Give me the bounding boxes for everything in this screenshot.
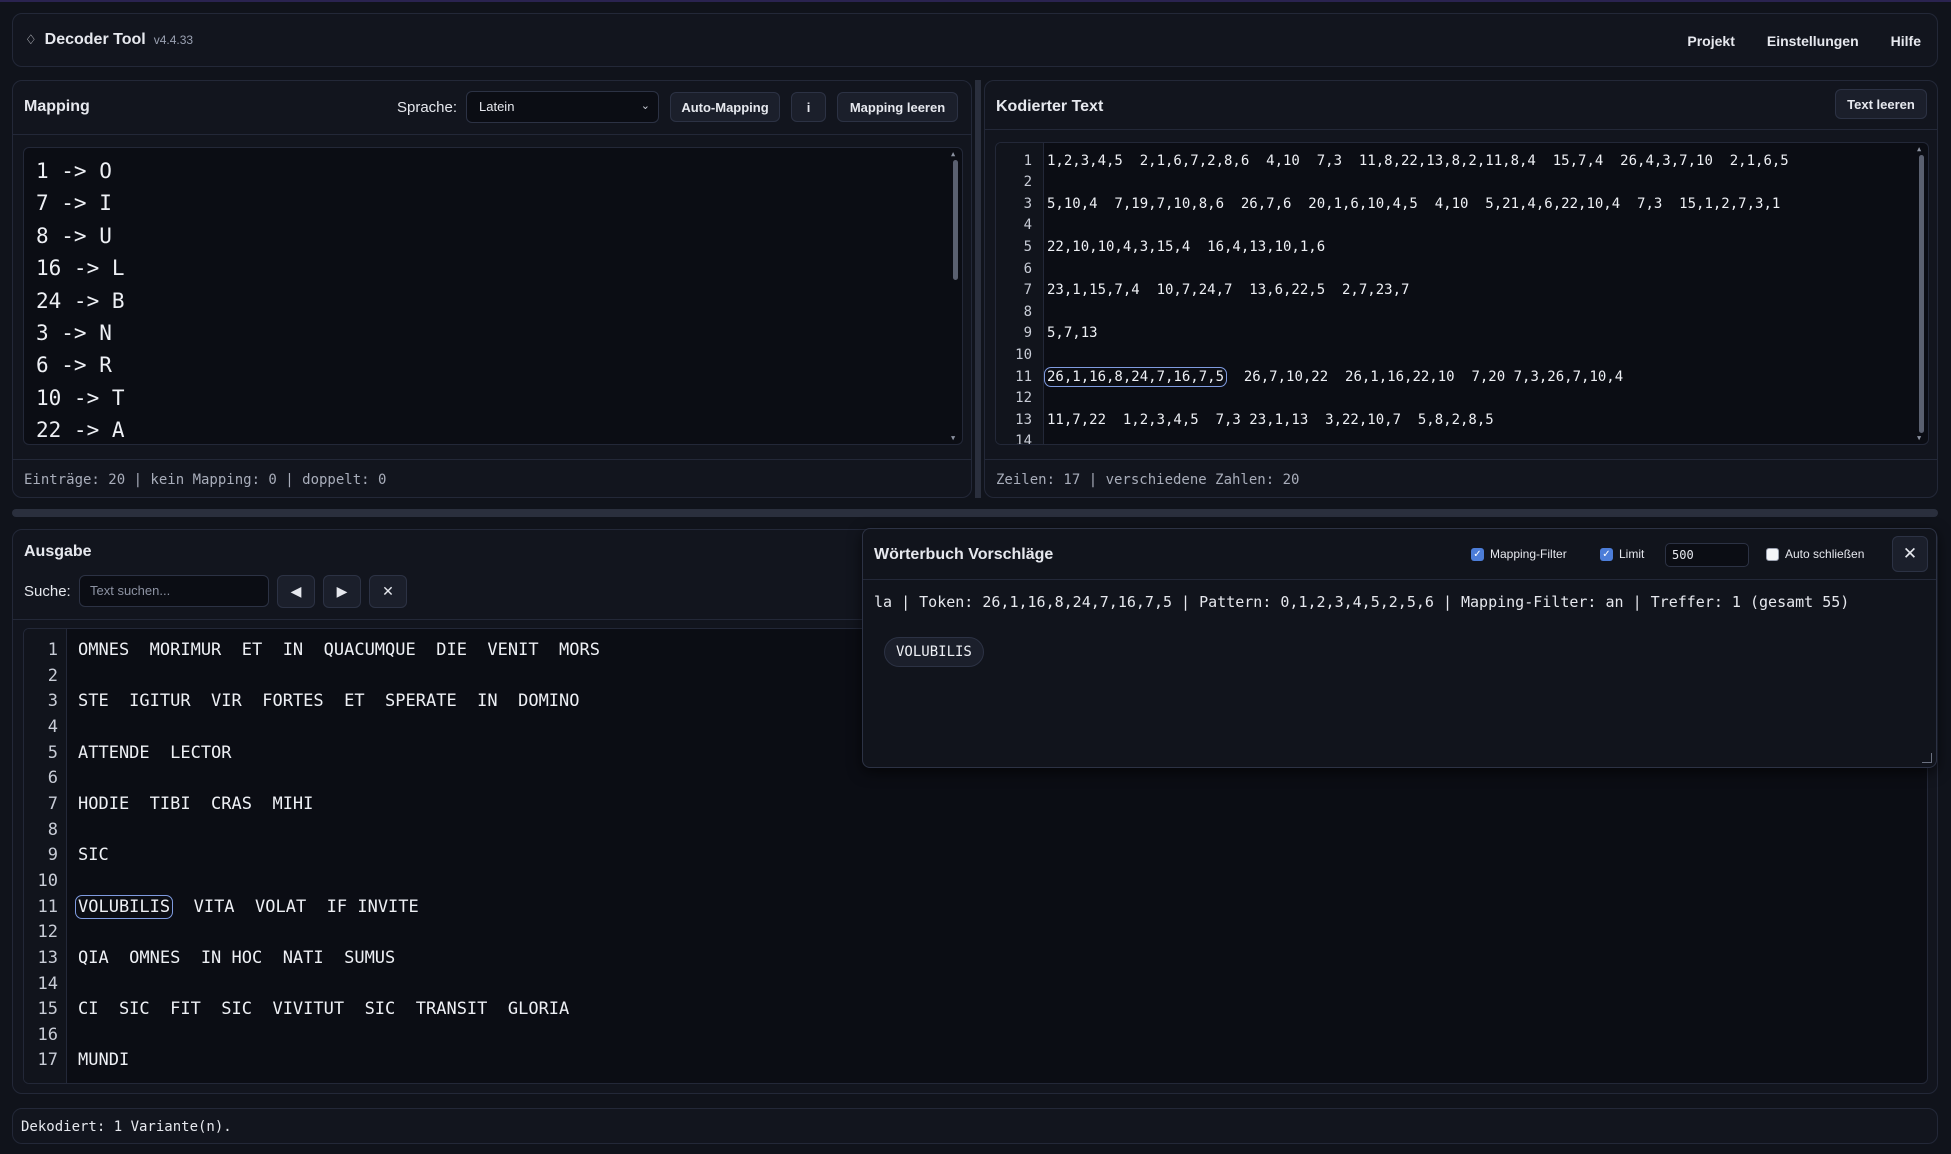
mapping-line: 10 -> T — [36, 385, 125, 410]
mapping-line: 6 -> R — [36, 353, 112, 378]
scroll-down-icon[interactable]: ▼ — [951, 434, 955, 442]
clear-mapping-button[interactable]: Mapping leeren — [837, 92, 958, 122]
search-clear-button[interactable]: ✕ — [369, 575, 407, 608]
output-title: Ausgabe — [24, 543, 92, 560]
vertical-splitter[interactable] — [975, 80, 981, 498]
scroll-thumb[interactable] — [1919, 155, 1924, 433]
search-input[interactable]: Text suchen... — [79, 575, 269, 607]
chevron-down-icon: ⌄ — [640, 100, 650, 112]
info-button[interactable]: i — [791, 92, 826, 122]
mapping-header-divider — [13, 134, 971, 135]
checkbox-unchecked-icon — [1766, 547, 1779, 561]
auto-mapping-button[interactable]: Auto-Mapping — [670, 92, 780, 122]
mapping-title: Mapping — [24, 98, 90, 115]
encoded-editor[interactable]: 1 1,2,3,4,5 2,1,6,7,2,8,6 4,10 7,3 11,8,2… — [995, 142, 1929, 445]
search-next-button[interactable]: ▶ — [323, 575, 361, 608]
suggestions-title: Wörterbuch Vorschläge — [874, 546, 1054, 563]
language-select-value: Latein — [479, 99, 515, 114]
encoded-title: Kodierter Text — [996, 98, 1104, 115]
encoded-status: Zeilen: 17 | verschiedene Zahlen: 20 — [996, 472, 1300, 488]
mapping-footer-divider — [13, 459, 971, 460]
suggestions-info: la | Token: 26,1,16,8,24,7,16,7,5 | Patt… — [874, 593, 1850, 611]
suggestion-chip[interactable]: VOLUBILIS — [884, 637, 984, 667]
scroll-up-icon[interactable]: ▲ — [1917, 145, 1921, 153]
mapping-editor[interactable]: 1 -> O 7 -> I 8 -> U 16 -> L 24 -> B 3 -… — [23, 147, 963, 445]
encoded-header-divider — [985, 129, 1937, 130]
auto-close-checkbox[interactable]: Auto schließen — [1766, 547, 1864, 561]
mapping-line: 3 -> N — [36, 321, 112, 346]
mapping-panel: Mapping Sprache: Latein ⌄ Auto-Mapping i… — [12, 80, 972, 498]
status-bar: Dekodiert: 1 Variante(n). — [12, 1108, 1938, 1144]
scroll-thumb[interactable] — [953, 160, 958, 280]
checkbox-checked-icon: ✓ — [1600, 547, 1613, 561]
menu-einstellungen[interactable]: Einstellungen — [1751, 33, 1875, 49]
close-suggestions-button[interactable]: ✕ — [1892, 536, 1928, 572]
search-label: Suche: — [24, 583, 71, 600]
close-icon: ✕ — [1902, 544, 1918, 563]
mapping-line: 24 -> B — [36, 288, 125, 313]
limit-input[interactable]: 500 — [1665, 543, 1749, 567]
clear-text-button[interactable]: Text leeren — [1835, 89, 1927, 119]
search-prev-button[interactable]: ◀ — [277, 575, 315, 608]
language-select[interactable]: Latein ⌄ — [466, 91, 659, 123]
menu-hilfe[interactable]: Hilfe — [1875, 33, 1937, 49]
highlighted-word[interactable]: VOLUBILIS — [75, 895, 174, 919]
diamond-icon: ♢ — [25, 32, 37, 47]
mapping-filter-checkbox[interactable]: ✓ Mapping-Filter — [1471, 547, 1567, 561]
app-header: ♢ Decoder Tool v4.4.33 Projekt Einstellu… — [12, 13, 1938, 67]
dictionary-suggestions-popup: Wörterbuch Vorschläge ✓ Mapping-Filter ✓… — [862, 528, 1937, 768]
language-label: Sprache: — [397, 99, 458, 116]
mapping-scrollbar[interactable]: ▲ ▼ — [950, 150, 960, 442]
app-name: Decoder Tool — [44, 31, 146, 48]
decode-status: Dekodiert: 1 Variante(n). — [21, 1119, 232, 1135]
encoded-scrollbar[interactable]: ▲ ▼ — [1916, 145, 1926, 442]
menu-projekt[interactable]: Projekt — [1671, 33, 1750, 49]
brand: ♢ Decoder Tool v4.4.33 — [25, 31, 193, 49]
scroll-down-icon[interactable]: ▼ — [1917, 434, 1921, 442]
limit-checkbox[interactable]: ✓ Limit — [1600, 547, 1644, 561]
resize-handle[interactable] — [1922, 753, 1932, 763]
horizontal-splitter[interactable] — [12, 509, 1938, 517]
main-menu: Projekt Einstellungen Hilfe — [1671, 14, 1937, 68]
mapping-line: 7 -> I — [36, 191, 112, 216]
mapping-line: 22 -> A — [36, 418, 125, 443]
encoded-footer-divider — [985, 459, 1937, 460]
triangle-right-icon: ▶ — [336, 583, 348, 599]
close-icon: ✕ — [382, 583, 394, 599]
encoded-text-panel: Kodierter Text Text leeren 1 1,2,3,4,5 2,… — [984, 80, 1938, 498]
app-version: v4.4.33 — [153, 33, 194, 47]
scroll-up-icon[interactable]: ▲ — [951, 150, 955, 158]
mapping-status: Einträge: 20 | kein Mapping: 0 | doppelt… — [24, 472, 387, 488]
mapping-line: 1 -> O — [36, 159, 112, 183]
highlighted-token[interactable]: 26,1,16,8,24,7,16,7,5 — [1044, 367, 1228, 387]
checkbox-checked-icon: ✓ — [1471, 547, 1484, 561]
suggestions-header-divider — [863, 579, 1936, 580]
top-accent-line — [0, 0, 1951, 2]
mapping-line: 16 -> L — [36, 256, 125, 281]
mapping-line: 8 -> U — [36, 223, 112, 248]
triangle-left-icon: ◀ — [290, 583, 302, 599]
